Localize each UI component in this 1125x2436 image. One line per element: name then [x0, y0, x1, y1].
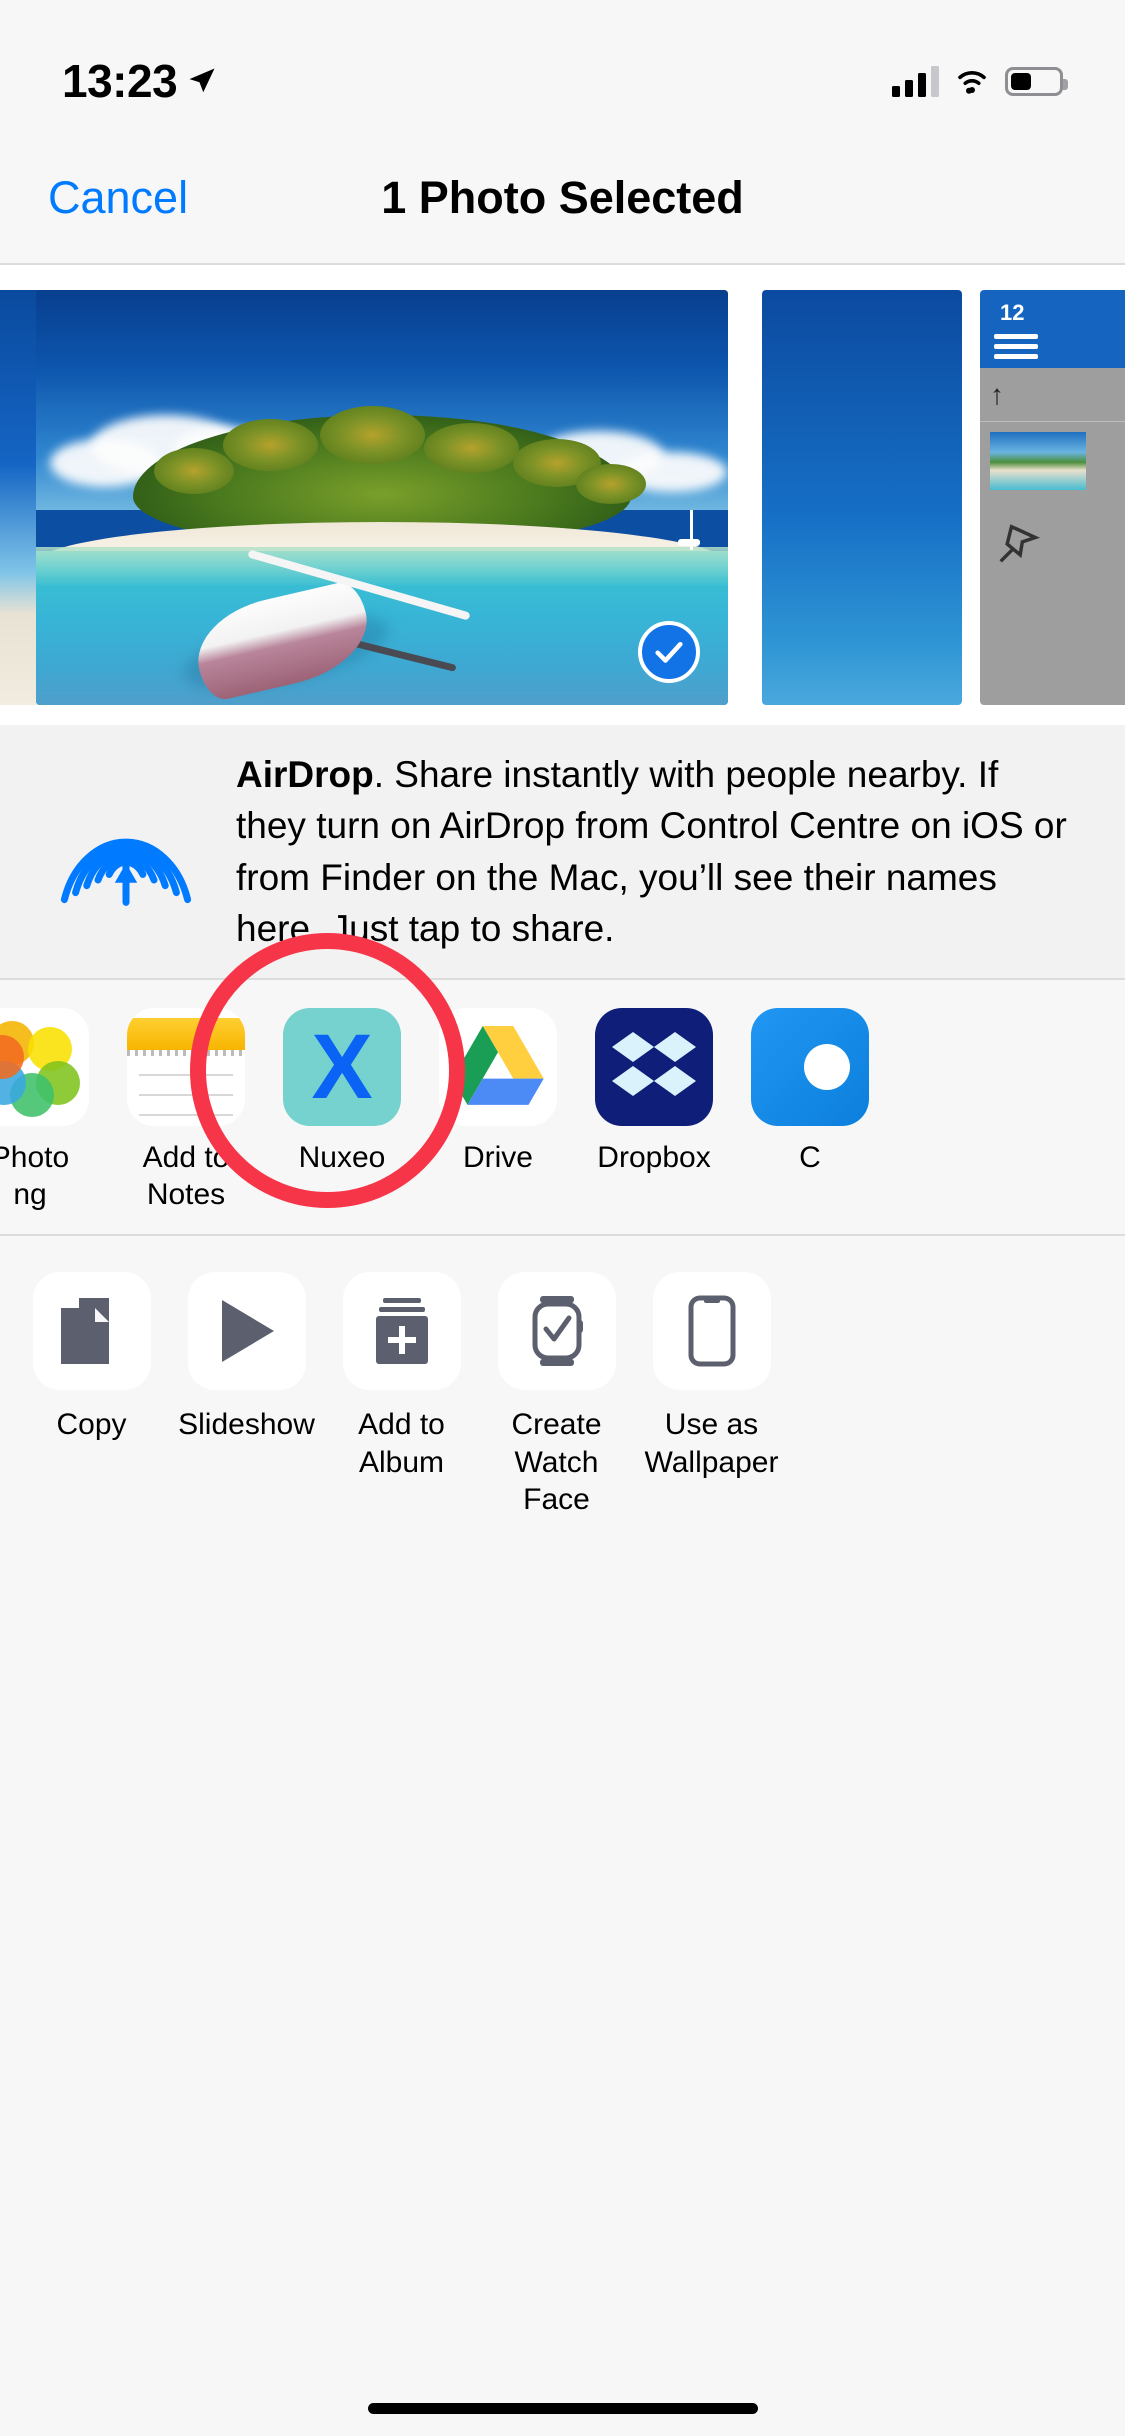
- share-app-label: Add to Notes: [142, 1141, 230, 1211]
- status-bar-right: [892, 65, 1068, 97]
- status-bar-left: 13:23: [62, 54, 217, 108]
- share-app-label: Dropbox: [597, 1141, 711, 1174]
- share-sheet-screen: 13:23 Cancel 1 Photo Selected 12 ↑ AirDr…: [0, 0, 1125, 2436]
- page-title: 1 Photo Selected: [381, 171, 744, 223]
- share-app-row[interactable]: Photo ng Add to Notes X Nuxeo: [0, 978, 1125, 1236]
- airdrop-description: AirDrop. Share instantly with people nea…: [236, 749, 1069, 953]
- screenshot-inner-image: [990, 432, 1086, 490]
- share-app-label: C: [799, 1141, 821, 1174]
- status-bar: 13:23: [0, 0, 1125, 132]
- action-add-to-album[interactable]: Add to Album: [324, 1272, 479, 1481]
- iphone-wallpaper-icon: [652, 1272, 771, 1390]
- photos-app-icon: [0, 1008, 89, 1126]
- play-triangle-icon: [187, 1272, 306, 1390]
- location-arrow-icon: [189, 68, 215, 93]
- action-create-watch-face[interactable]: Create Watch Face: [479, 1272, 634, 1519]
- screenshot-thumbnail[interactable]: 12 ↑: [980, 290, 1125, 705]
- screenshot-header: 12: [980, 290, 1125, 368]
- selected-photo-thumbnail[interactable]: [36, 290, 728, 705]
- pin-icon: [999, 524, 1041, 563]
- blue-cloud-app-icon: [751, 1008, 869, 1126]
- action-label: Slideshow: [178, 1408, 315, 1441]
- share-app-blue-cloud[interactable]: C: [732, 1008, 888, 1177]
- share-app-label: Nuxeo: [298, 1141, 386, 1174]
- action-slideshow[interactable]: Slideshow: [169, 1272, 324, 1444]
- checkmark-circle-icon[interactable]: [638, 621, 700, 683]
- share-app-nuxeo[interactable]: X Nuxeo: [264, 1008, 420, 1177]
- action-label: Copy: [56, 1408, 127, 1441]
- battery-icon: [1005, 66, 1068, 96]
- up-arrow-icon: ↑: [990, 378, 1004, 410]
- photo-preview-strip[interactable]: 12 ↑: [0, 265, 1125, 725]
- action-label: Use as Wallpaper: [644, 1408, 779, 1479]
- action-copy[interactable]: Copy: [14, 1272, 169, 1444]
- navigation-bar: Cancel 1 Photo Selected: [0, 132, 1125, 265]
- wifi-icon: [958, 71, 986, 94]
- next-photo-thumbnail[interactable]: [762, 290, 962, 705]
- airdrop-icon: [60, 838, 192, 906]
- action-label: Add to Album: [358, 1408, 445, 1479]
- action-use-as-wallpaper[interactable]: Use as Wallpaper: [634, 1272, 789, 1481]
- hamburger-menu-icon: [994, 334, 1038, 364]
- share-app-label: Photo ng: [0, 1141, 70, 1211]
- airdrop-title: AirDrop: [236, 754, 374, 796]
- airdrop-section[interactable]: AirDrop. Share instantly with people nea…: [0, 725, 1125, 978]
- share-app-label: Drive: [462, 1141, 533, 1174]
- nuxeo-app-icon: X: [283, 1008, 401, 1126]
- share-app-drive[interactable]: Drive: [420, 1008, 576, 1177]
- action-label: Create Watch Face: [511, 1408, 602, 1516]
- status-bar-clock: 13:23: [62, 55, 178, 107]
- notes-app-icon: [127, 1008, 245, 1126]
- copy-icon: [32, 1272, 151, 1390]
- tropical-island-photo: [36, 290, 728, 705]
- share-app-dropbox[interactable]: Dropbox: [576, 1008, 732, 1177]
- google-drive-app-icon: [439, 1008, 557, 1126]
- share-app-photos[interactable]: Photo ng: [0, 1008, 108, 1213]
- cellular-bars-icon: [892, 65, 939, 97]
- dropbox-app-icon: [595, 1008, 713, 1126]
- share-action-row[interactable]: Copy Slideshow Add to Album Create Watch…: [0, 1236, 1125, 1566]
- home-indicator[interactable]: [367, 2403, 758, 2414]
- share-app-notes[interactable]: Add to Notes: [108, 1008, 264, 1213]
- watch-face-icon: [497, 1272, 616, 1390]
- add-to-album-icon: [342, 1272, 461, 1390]
